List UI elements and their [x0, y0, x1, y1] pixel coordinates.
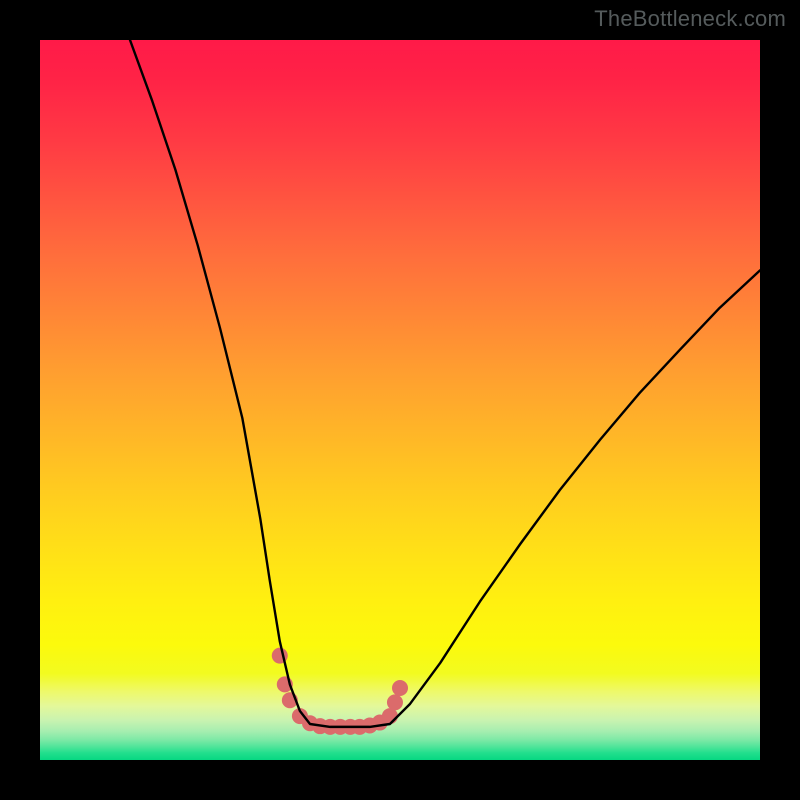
bottom-marker-dot: [382, 708, 398, 724]
watermark-text: TheBottleneck.com: [594, 6, 786, 32]
bottom-marker-dot: [392, 680, 408, 696]
bottleneck-curve: [130, 40, 760, 727]
curve-layer: [40, 40, 760, 760]
plot-area: [40, 40, 760, 760]
bottom-marker-dot: [387, 694, 403, 710]
outer-black-frame: TheBottleneck.com: [0, 0, 800, 800]
